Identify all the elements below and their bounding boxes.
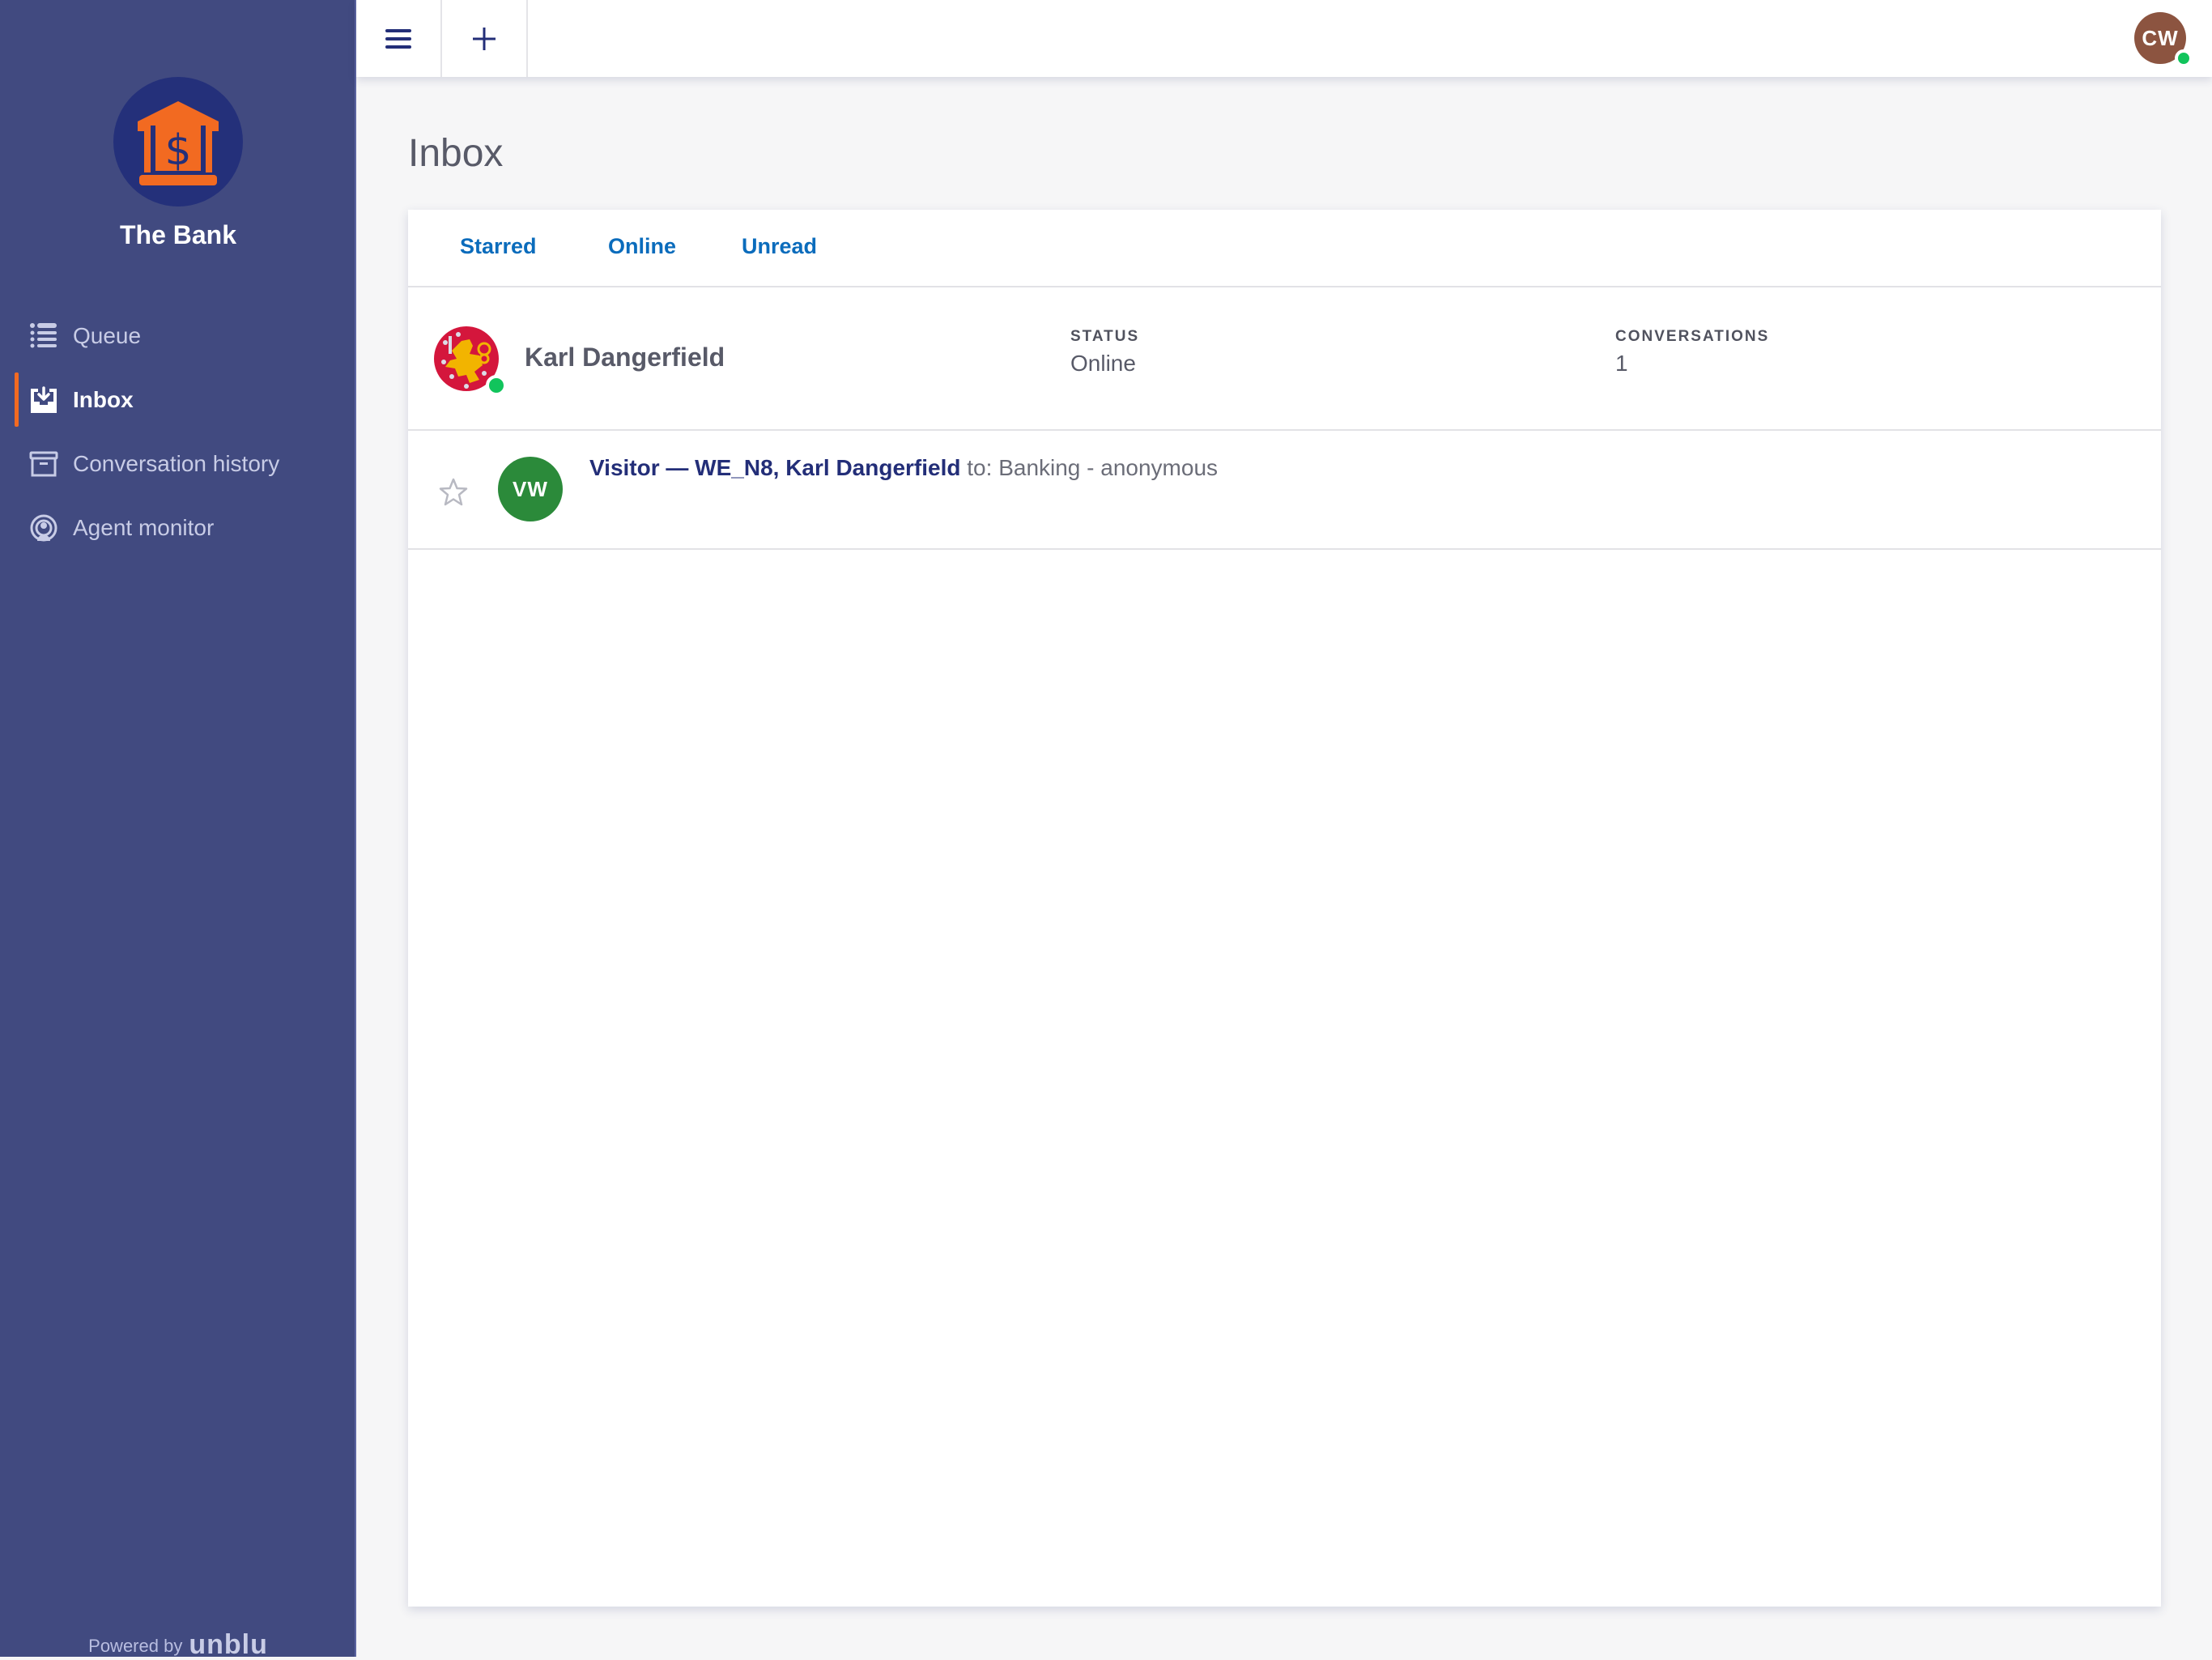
sidebar-item-label: Queue [73, 322, 142, 348]
conversation-recipient: to: Banking - anonymous [967, 455, 1219, 480]
sidebar: $ The Bank Queue Inbox Conversation hist… [0, 0, 356, 1658]
powered-by-text: Powered by [88, 1636, 183, 1656]
star-icon[interactable] [437, 476, 470, 509]
sidebar-nav: Queue Inbox Conversation history Agent m… [0, 304, 356, 560]
sidebar-item-queue[interactable]: Queue [0, 304, 356, 368]
sidebar-item-label: Agent monitor [73, 514, 215, 540]
conversations-count: 1 [1615, 351, 1628, 376]
page-title: Inbox [408, 132, 504, 175]
user-initials: CW [2142, 25, 2179, 50]
online-status-indicator [2175, 49, 2193, 67]
sidebar-item-label: Inbox [73, 386, 134, 412]
sidebar-item-agent-monitor[interactable]: Agent monitor [0, 496, 356, 560]
visitor-initials: VW [513, 476, 548, 501]
user-avatar[interactable]: CW [2134, 12, 2193, 67]
bank-building-dollar-icon: $ [138, 101, 219, 185]
plus-icon [473, 27, 496, 50]
sidebar-item-label: Conversation history [73, 450, 280, 476]
tab-online[interactable]: Online [608, 234, 676, 259]
top-bar: CW [356, 0, 2212, 77]
brand-name: The Bank [119, 220, 237, 249]
inbox-panel: Starred Online Unread Karl Dangerfield S… [408, 210, 2161, 1607]
sidebar-item-inbox[interactable]: Inbox [0, 368, 356, 432]
conversations-label: CONVERSATIONS [1615, 328, 1770, 345]
conversations-stat: CONVERSATIONS 1 [1615, 328, 1769, 377]
agent-name: Karl Dangerfield [525, 343, 725, 372]
conversation-row[interactable]: VW Visitor — WE_N8, Karl Dangerfield to:… [408, 431, 2161, 550]
hamburger-menu-icon [385, 28, 411, 49]
conversation-title: Visitor — WE_N8, Karl Dangerfield to: Ba… [589, 455, 1218, 481]
conversation-participants: Visitor — WE_N8, Karl Dangerfield [589, 455, 961, 480]
status-value: Online [1070, 351, 1136, 376]
inbox-download-icon [31, 385, 57, 413]
menu-button[interactable] [356, 0, 442, 77]
powered-by: Powered by unblu [0, 1631, 356, 1658]
agent-avatar [434, 326, 507, 396]
status-stat: STATUS Online [1070, 328, 1139, 377]
sidebar-item-conversation-history[interactable]: Conversation history [0, 432, 356, 496]
unblu-logo[interactable]: unblu [189, 1631, 268, 1658]
tab-unread[interactable]: Unread [742, 234, 817, 259]
filter-tabs: Starred Online Unread [408, 210, 2161, 287]
status-label: STATUS [1070, 328, 1140, 345]
bank-logo: $ [113, 77, 243, 206]
agent-summary-row: Karl Dangerfield STATUS Online CONVERSAT… [408, 287, 2161, 431]
online-status-indicator [486, 375, 507, 396]
archive-box-icon [29, 451, 58, 476]
tab-starred[interactable]: Starred [460, 234, 537, 259]
list-icon [30, 322, 57, 347]
visitor-avatar: VW [498, 457, 563, 521]
agent-broadcast-icon [30, 514, 57, 541]
new-conversation-button[interactable] [442, 0, 528, 77]
svg-text:$: $ [164, 126, 191, 175]
